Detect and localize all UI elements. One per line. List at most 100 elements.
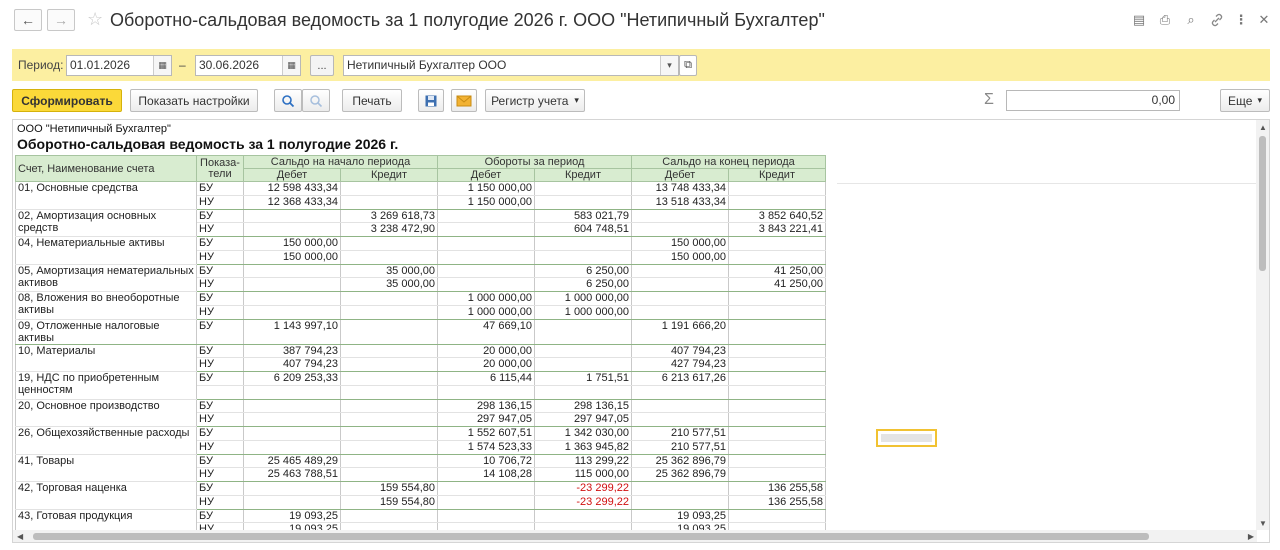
value-cell[interactable] (243, 399, 341, 414)
value-cell[interactable]: 150 000,00 (243, 236, 341, 251)
value-cell[interactable]: 41 250,00 (728, 277, 826, 292)
value-cell[interactable] (728, 454, 826, 469)
value-cell[interactable] (340, 426, 438, 441)
value-cell[interactable]: 3 852 640,52 (728, 209, 826, 224)
value-cell[interactable] (534, 385, 632, 400)
value-cell[interactable] (340, 195, 438, 210)
value-cell[interactable]: 10 706,72 (437, 454, 535, 469)
link-icon[interactable] (1208, 11, 1226, 29)
account-cell[interactable]: 19, НДС по приобретенным ценностям (15, 371, 197, 400)
value-cell[interactable]: 427 794,23 (631, 357, 729, 372)
value-cell[interactable] (437, 481, 535, 496)
value-cell[interactable]: 1 150 000,00 (437, 181, 535, 196)
value-cell[interactable]: 604 748,51 (534, 222, 632, 237)
account-cell[interactable]: 20, Основное производство (15, 399, 197, 427)
value-cell[interactable]: 387 794,23 (243, 344, 341, 359)
value-cell[interactable] (437, 236, 535, 251)
value-cell[interactable]: 25 362 896,79 (631, 454, 729, 469)
preview-icon[interactable]: ⌕ (1182, 11, 1200, 29)
value-cell[interactable]: 583 021,79 (534, 209, 632, 224)
account-cell[interactable]: 41, Товары (15, 454, 197, 482)
value-cell[interactable] (437, 385, 535, 400)
value-cell[interactable]: 407 794,23 (631, 344, 729, 359)
value-cell[interactable] (243, 495, 341, 510)
table-row[interactable]: 09, Отложенные налоговые активы БУ 1 143 9… (15, 319, 826, 345)
value-cell[interactable] (340, 440, 438, 455)
value-cell[interactable]: 12 368 433,34 (243, 195, 341, 210)
value-cell[interactable] (534, 509, 632, 524)
show-settings-button[interactable]: Показать настройки (130, 89, 258, 112)
account-cell[interactable]: 08, Вложения во внеоборотные активы (15, 291, 197, 320)
value-cell[interactable]: 115 000,00 (534, 467, 632, 482)
value-cell[interactable] (243, 426, 341, 441)
value-cell[interactable] (340, 454, 438, 469)
value-cell[interactable] (340, 385, 438, 400)
value-cell[interactable] (728, 412, 826, 427)
value-cell[interactable]: 1 552 607,51 (437, 426, 535, 441)
print-icon[interactable]: ⎙ (1156, 11, 1174, 29)
value-cell[interactable] (243, 412, 341, 427)
table-row[interactable]: 26, Общехозяйственные расходы БУ 1 552 607… (15, 426, 826, 455)
chevron-down-icon[interactable]: ▾ (660, 56, 678, 75)
value-cell[interactable] (631, 291, 729, 306)
organization-field[interactable]: Нетипичный Бухгалтер ООО ▾ (343, 55, 679, 76)
table-row[interactable]: 05, Амортизация нематериальных активов БУ… (15, 264, 826, 292)
value-cell[interactable] (243, 277, 341, 292)
value-cell[interactable] (340, 357, 438, 372)
save-icon[interactable]: ▤ (1130, 11, 1148, 29)
value-cell[interactable] (728, 357, 826, 372)
forward-button[interactable]: → (47, 9, 75, 31)
value-cell[interactable] (534, 195, 632, 210)
value-cell[interactable]: 297 947,05 (534, 412, 632, 427)
value-cell[interactable] (437, 277, 535, 292)
value-cell[interactable]: 20 000,00 (437, 344, 535, 359)
value-cell[interactable] (728, 305, 826, 320)
value-cell[interactable] (728, 440, 826, 455)
value-cell[interactable] (340, 412, 438, 427)
value-cell[interactable]: 6 213 617,26 (631, 371, 729, 386)
value-cell[interactable]: 47 669,10 (437, 319, 535, 345)
value-cell[interactable]: 35 000,00 (340, 264, 438, 279)
calendar-icon[interactable]: ▦ (153, 56, 171, 75)
value-cell[interactable] (631, 222, 729, 237)
value-cell[interactable] (437, 250, 535, 265)
value-cell[interactable] (437, 209, 535, 224)
value-cell[interactable] (728, 181, 826, 196)
table-row[interactable]: 43, Готовая продукция БУ 19 093,25 19 093,2… (15, 509, 826, 537)
account-cell[interactable]: 09, Отложенные налоговые активы (15, 319, 197, 345)
calendar-icon[interactable]: ▦ (282, 56, 300, 75)
value-cell[interactable]: 1 191 666,20 (631, 319, 729, 345)
value-cell[interactable]: 1 342 030,00 (534, 426, 632, 441)
value-cell[interactable] (534, 319, 632, 345)
value-cell[interactable] (243, 385, 341, 400)
value-cell[interactable] (437, 264, 535, 279)
value-cell[interactable] (340, 305, 438, 320)
value-cell[interactable] (340, 509, 438, 524)
value-cell[interactable] (728, 195, 826, 210)
table-row[interactable]: 42, Торговая наценка БУ 159 554,80 -23 299,… (15, 481, 826, 510)
value-cell[interactable]: 1 000 000,00 (534, 291, 632, 306)
value-cell[interactable]: 1 574 523,33 (437, 440, 535, 455)
table-row[interactable]: 19, НДС по приобретенным ценностям БУ 6 20… (15, 371, 826, 400)
value-cell[interactable] (728, 291, 826, 306)
value-cell[interactable] (631, 305, 729, 320)
value-cell[interactable] (631, 209, 729, 224)
horizontal-scroll-thumb[interactable] (33, 533, 1149, 540)
more-dropdown[interactable]: Еще ▾ (1220, 89, 1270, 112)
value-cell[interactable] (243, 481, 341, 496)
value-cell[interactable]: 13 748 433,34 (631, 181, 729, 196)
value-cell[interactable] (728, 509, 826, 524)
report-area[interactable]: ООО "Нетипичный Бухгалтер" Оборотно-саль… (12, 119, 1270, 543)
table-row[interactable]: 01, Основные средства БУ 12 598 433,34 1 15… (15, 181, 826, 210)
value-cell[interactable]: 3 843 221,41 (728, 222, 826, 237)
value-cell[interactable]: 1 150 000,00 (437, 195, 535, 210)
value-cell[interactable] (243, 222, 341, 237)
value-cell[interactable]: 25 465 489,29 (243, 454, 341, 469)
value-cell[interactable]: 6 115,44 (437, 371, 535, 386)
value-cell[interactable]: 6 250,00 (534, 277, 632, 292)
value-cell[interactable] (728, 467, 826, 482)
mail-icon[interactable] (451, 89, 477, 112)
open-organization-icon[interactable]: ⧉ (679, 55, 697, 76)
value-cell[interactable]: 6 209 253,33 (243, 371, 341, 386)
value-cell[interactable]: 6 250,00 (534, 264, 632, 279)
